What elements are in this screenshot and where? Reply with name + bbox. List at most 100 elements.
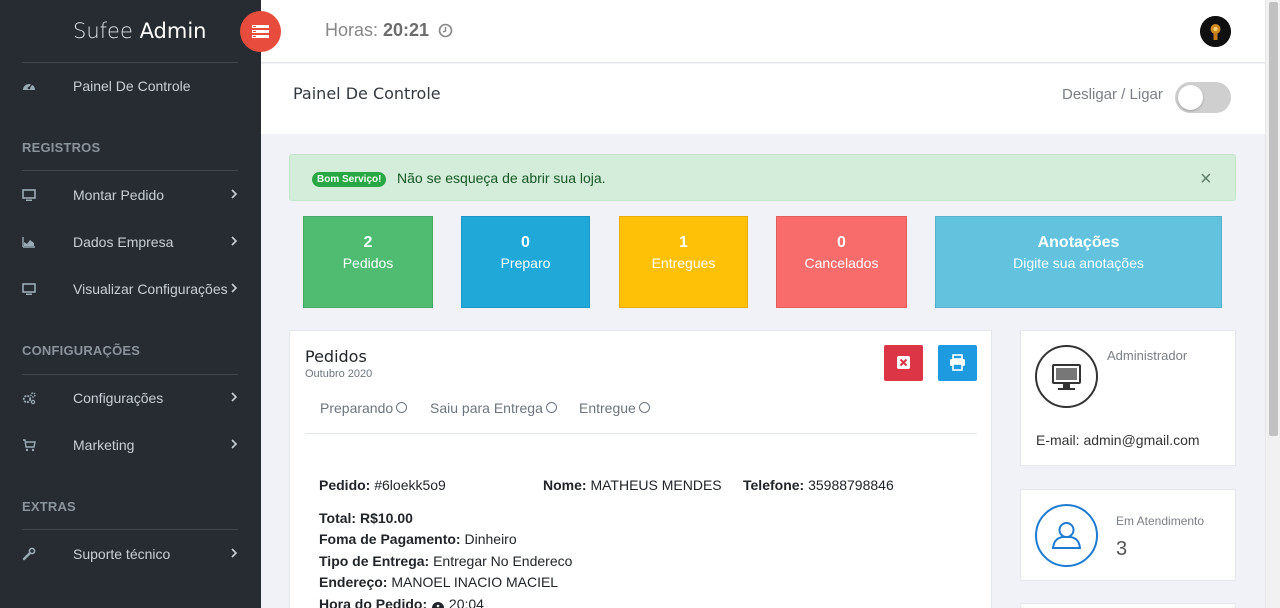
stat-box-preparo[interactable]: 0 Preparo	[461, 216, 590, 308]
toggle-knob	[1178, 85, 1203, 110]
stat-number: 2	[363, 234, 373, 251]
attendance-count: 3	[1116, 538, 1128, 560]
user-avatar[interactable]	[1200, 16, 1231, 47]
divider	[22, 62, 238, 63]
stat-box-entregues[interactable]: 1 Entregues	[619, 216, 748, 308]
field-value: MATHEUS MENDES	[590, 477, 722, 493]
field-value: 20:04	[448, 596, 484, 608]
stat-box-cancelados[interactable]: 0 Cancelados	[776, 216, 907, 308]
alert-banner: Bom Serviço! Não se esqueça de abrir sua…	[289, 154, 1236, 201]
sidebar-item-label: Dados Empresa	[73, 234, 174, 250]
chevron-right-icon	[231, 189, 238, 199]
sidebar-item-label: Marketing	[73, 437, 135, 453]
area-chart-icon	[22, 237, 35, 248]
sidebar-item-montar-pedido[interactable]: Montar Pedido	[0, 175, 261, 215]
field-label: Tipo de Entrega:	[319, 553, 430, 569]
admin-avatar	[1035, 345, 1098, 408]
orders-card: Pedidos Outubro 2020 Preparando Saiu par…	[289, 330, 992, 608]
brand-bold-text: Admin	[139, 19, 207, 43]
page-scrollbar[interactable]	[1265, 0, 1280, 608]
notes-box[interactable]: Anotações Digite sua anotações	[935, 216, 1222, 308]
status-option-preparando[interactable]: Preparando	[320, 400, 408, 416]
print-icon	[950, 354, 965, 371]
field-label: Endereço:	[319, 574, 388, 590]
status-option-saiu-entrega[interactable]: Saiu para Entrega	[430, 400, 557, 416]
notes-title: Anotações	[1037, 234, 1120, 251]
cancel-order-button[interactable]	[884, 345, 923, 381]
stat-label: Pedidos	[342, 255, 394, 271]
dashboard-icon	[432, 602, 445, 608]
sidebar-item-label: Configurações	[73, 390, 164, 406]
stat-number: 0	[837, 234, 846, 251]
stat-label: Preparo	[500, 255, 551, 271]
alert-message: Não se esqueça de abrir sua loja.	[397, 170, 606, 186]
section-title-registros: REGISTROS	[22, 140, 101, 155]
menu-toggle-button[interactable]	[240, 11, 281, 52]
radio-button[interactable]	[545, 402, 557, 413]
sidebar: Sufee Admin Painel De Controle REGISTROS…	[0, 0, 261, 608]
orders-title: Pedidos	[305, 347, 367, 366]
notes-subtitle: Digite sua anotações	[1013, 255, 1144, 271]
stat-label: Cancelados	[804, 255, 879, 271]
chevron-right-icon	[231, 548, 238, 558]
stat-label: Entregues	[651, 255, 716, 271]
page-title: Painel De Controle	[293, 84, 441, 103]
desktop-icon	[22, 189, 36, 201]
stat-box-pedidos[interactable]: 2 Pedidos	[303, 216, 433, 308]
section-title-extras: EXTRAS	[22, 499, 76, 514]
radio-button[interactable]	[396, 402, 408, 413]
scrollbar-thumb[interactable]	[1269, 2, 1278, 436]
field-value: Entregar No Endereco	[433, 553, 573, 569]
print-order-button[interactable]	[938, 345, 977, 381]
partial-card	[1020, 603, 1236, 608]
sidebar-item-label: Painel De Controle	[73, 78, 191, 94]
field-value: 35988798846	[808, 477, 894, 493]
top-bar: Horas: 20:21	[261, 0, 1265, 63]
field-label: Foma de Pagamento:	[319, 531, 461, 547]
desktop-icon	[22, 283, 36, 295]
sidebar-item-configuracoes[interactable]: Configurações	[0, 378, 261, 418]
sidebar-item-label: Visualizar Configurações	[73, 281, 228, 297]
order-total: Total: R$10.00	[319, 510, 413, 526]
sidebar-item-suporte-tecnico[interactable]: Suporte técnico	[0, 534, 261, 574]
close-box-icon	[897, 356, 910, 369]
dashboard-icon	[23, 83, 35, 90]
status-option-label: Entregue	[579, 400, 636, 416]
field-label: Telefone:	[743, 477, 805, 493]
menu-toggle-icon	[252, 25, 269, 38]
field-value: R$10.00	[359, 510, 413, 526]
field-value: Dinheiro	[464, 531, 517, 547]
admin-card: Administrador E-mail: admin@gmail.com	[1020, 330, 1236, 466]
store-open-toggle[interactable]	[1175, 82, 1231, 113]
chevron-right-icon	[231, 283, 238, 293]
sidebar-item-visualizar-configuracoes[interactable]: Visualizar Configurações	[0, 269, 261, 309]
attendance-card: Em Atendimento 3	[1020, 489, 1236, 581]
cart-icon	[23, 439, 36, 452]
sidebar-item-dados-empresa[interactable]: Dados Empresa	[0, 222, 261, 262]
status-option-entregue[interactable]: Entregue	[579, 400, 650, 416]
alert-close-button[interactable]: ×	[1200, 169, 1212, 189]
attendance-avatar	[1035, 504, 1098, 567]
monitor-icon	[1052, 364, 1081, 390]
order-address: Endereço: MANOEL INACIO MACIEL	[319, 574, 558, 590]
stat-number: 0	[521, 234, 530, 251]
sidebar-item-label: Montar Pedido	[73, 187, 165, 203]
order-customer-name: Nome: MATHEUS MENDES	[543, 477, 722, 493]
order-delivery-type: Tipo de Entrega: Entregar No Endereco	[319, 553, 572, 569]
alert-badge: Bom Serviço!	[312, 172, 387, 187]
clock-icon	[438, 23, 453, 38]
radio-button[interactable]	[638, 402, 650, 413]
clock-display: Horas: 20:21	[325, 20, 453, 41]
clock-time: 20:21	[383, 20, 430, 40]
sidebar-item-dashboard[interactable]: Painel De Controle	[0, 66, 261, 106]
status-option-label: Saiu para Entrega	[430, 400, 543, 416]
admin-email: E-mail: admin@gmail.com	[1036, 432, 1200, 448]
brand-light-text: Sufee	[73, 19, 133, 43]
brand-logo[interactable]: Sufee Admin	[73, 19, 207, 43]
order-time: Hora do Pedido: 20:04	[319, 596, 484, 608]
user-icon	[1051, 522, 1082, 549]
sidebar-item-marketing[interactable]: Marketing	[0, 425, 261, 465]
order-id: Pedido: #6loekk5o9	[319, 477, 446, 493]
chevron-right-icon	[231, 392, 238, 402]
admin-role: Administrador	[1107, 348, 1188, 363]
